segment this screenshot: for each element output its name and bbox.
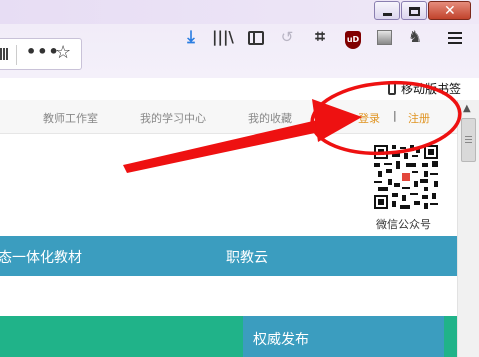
- register-link[interactable]: 注册: [408, 110, 430, 126]
- maximize-button[interactable]: [401, 1, 427, 20]
- image-extension-icon[interactable]: [374, 27, 394, 47]
- minimize-icon: [383, 13, 392, 16]
- sidebar-toggle-icon[interactable]: [246, 27, 266, 47]
- site-top-nav: 教师工作室 我的学习中心 我的收藏 登录 | 注册: [0, 100, 457, 134]
- main-menu-band: 态一体化教材 职教云: [0, 236, 457, 276]
- qr-caption: 微信公众号: [376, 218, 431, 231]
- library-icon[interactable]: |||\: [212, 27, 234, 47]
- qr-code-icon[interactable]: [0, 48, 8, 60]
- minimize-button[interactable]: [374, 1, 400, 20]
- login-link[interactable]: 登录: [358, 110, 380, 126]
- maximize-icon: [409, 7, 420, 16]
- login-register-divider: |: [393, 109, 397, 122]
- scroll-up-arrow-icon[interactable]: ▲: [463, 103, 471, 114]
- window-titlebar: ✕: [0, 0, 479, 24]
- hamburger-menu-icon[interactable]: [445, 27, 465, 47]
- ublock-icon[interactable]: uD: [343, 27, 363, 49]
- sync-icon[interactable]: ↺: [277, 27, 297, 47]
- evernote-icon[interactable]: ♞: [405, 27, 425, 47]
- nav-favorites[interactable]: 我的收藏: [248, 110, 292, 126]
- green-banner: [0, 316, 243, 357]
- authority-release-title: 权威发布: [253, 332, 309, 348]
- authority-release-panel[interactable]: 权威发布: [243, 316, 444, 357]
- nav-teacher-studio[interactable]: 教师工作室: [43, 110, 98, 126]
- phone-icon: [388, 82, 396, 95]
- scroll-thumb[interactable]: [461, 118, 476, 162]
- download-icon[interactable]: ⤓: [181, 27, 201, 47]
- mobile-bookmarks-label: 移动版书签: [401, 82, 462, 96]
- screenshot-crop-icon[interactable]: ⌗: [310, 27, 330, 47]
- wechat-qr-code: [374, 145, 438, 209]
- bookmark-star-icon[interactable]: ☆: [55, 42, 71, 63]
- menu-item-zhijiaoyun[interactable]: 职教云: [226, 247, 268, 267]
- url-bar[interactable]: ••• ☆: [0, 38, 82, 70]
- close-icon: ✕: [444, 3, 456, 19]
- close-button[interactable]: ✕: [428, 1, 471, 20]
- nav-learning-center[interactable]: 我的学习中心: [140, 110, 206, 126]
- page-scrollbar[interactable]: ▲: [457, 100, 479, 357]
- url-bar-separator: [16, 45, 17, 65]
- green-banner-right: [444, 316, 457, 357]
- menu-item-integrated-textbooks[interactable]: 态一体化教材: [0, 247, 82, 267]
